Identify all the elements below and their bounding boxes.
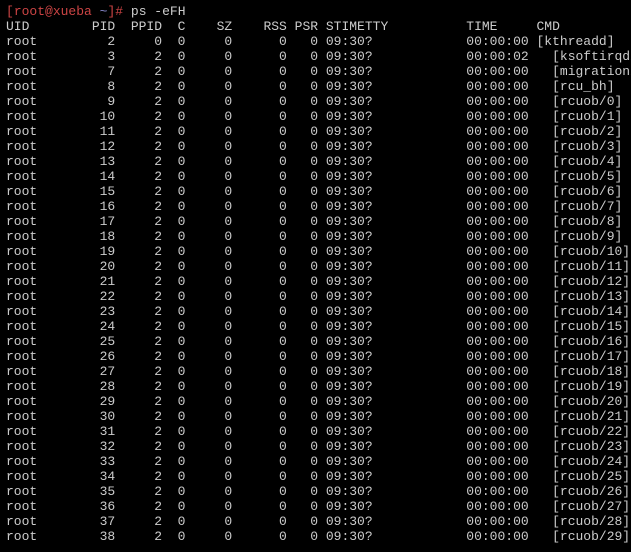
ps-header-row: UID PID PPID C SZ RSS PSR STIMETTY TIME … — [6, 19, 625, 34]
ps-row: root 29 2 0 0 0 0 09:30? 00:00:00 [rcuob… — [6, 394, 625, 409]
ps-row: root 24 2 0 0 0 0 09:30? 00:00:00 [rcuob… — [6, 319, 625, 334]
ps-row: root 3 2 0 0 0 0 09:30? 00:00:02 [ksofti… — [6, 49, 625, 64]
terminal-output[interactable]: [root@xueba ~]# ps -eFHUID PID PPID C SZ… — [6, 4, 625, 544]
prompt-line[interactable]: [root@xueba ~]# ps -eFH — [6, 4, 625, 19]
ps-row: root 7 2 0 0 0 0 09:30? 00:00:00 [migrat… — [6, 64, 625, 79]
prompt-gap — [123, 4, 131, 19]
ps-row: root 36 2 0 0 0 0 09:30? 00:00:00 [rcuob… — [6, 499, 625, 514]
ps-row: root 32 2 0 0 0 0 09:30? 00:00:00 [rcuob… — [6, 439, 625, 454]
ps-row: root 20 2 0 0 0 0 09:30? 00:00:00 [rcuob… — [6, 259, 625, 274]
ps-row: root 15 2 0 0 0 0 09:30? 00:00:00 [rcuob… — [6, 184, 625, 199]
ps-row: root 10 2 0 0 0 0 09:30? 00:00:00 [rcuob… — [6, 109, 625, 124]
ps-row: root 8 2 0 0 0 0 09:30? 00:00:00 [rcu_bh… — [6, 79, 625, 94]
ps-row: root 23 2 0 0 0 0 09:30? 00:00:00 [rcuob… — [6, 304, 625, 319]
ps-row: root 16 2 0 0 0 0 09:30? 00:00:00 [rcuob… — [6, 199, 625, 214]
prompt-userhost: root@xueba — [14, 4, 92, 19]
ps-row: root 12 2 0 0 0 0 09:30? 00:00:00 [rcuob… — [6, 139, 625, 154]
ps-row: root 31 2 0 0 0 0 09:30? 00:00:00 [rcuob… — [6, 424, 625, 439]
ps-row: root 38 2 0 0 0 0 09:30? 00:00:00 [rcuob… — [6, 529, 625, 544]
ps-row: root 25 2 0 0 0 0 09:30? 00:00:00 [rcuob… — [6, 334, 625, 349]
ps-row: root 28 2 0 0 0 0 09:30? 00:00:00 [rcuob… — [6, 379, 625, 394]
command-text: ps -eFH — [131, 4, 186, 19]
ps-row: root 11 2 0 0 0 0 09:30? 00:00:00 [rcuob… — [6, 124, 625, 139]
prompt-open-bracket: [ — [6, 4, 14, 19]
ps-row: root 17 2 0 0 0 0 09:30? 00:00:00 [rcuob… — [6, 214, 625, 229]
ps-row: root 14 2 0 0 0 0 09:30? 00:00:00 [rcuob… — [6, 169, 625, 184]
ps-row: root 21 2 0 0 0 0 09:30? 00:00:00 [rcuob… — [6, 274, 625, 289]
prompt-symbol: # — [115, 4, 123, 19]
ps-row: root 22 2 0 0 0 0 09:30? 00:00:00 [rcuob… — [6, 289, 625, 304]
ps-row: root 33 2 0 0 0 0 09:30? 00:00:00 [rcuob… — [6, 454, 625, 469]
ps-row: root 2 0 0 0 0 0 09:30? 00:00:00 [kthrea… — [6, 34, 625, 49]
ps-row: root 30 2 0 0 0 0 09:30? 00:00:00 [rcuob… — [6, 409, 625, 424]
ps-row: root 18 2 0 0 0 0 09:30? 00:00:00 [rcuob… — [6, 229, 625, 244]
ps-row: root 19 2 0 0 0 0 09:30? 00:00:00 [rcuob… — [6, 244, 625, 259]
prompt-space — [92, 4, 100, 19]
ps-row: root 35 2 0 0 0 0 09:30? 00:00:00 [rcuob… — [6, 484, 625, 499]
ps-row: root 34 2 0 0 0 0 09:30? 00:00:00 [rcuob… — [6, 469, 625, 484]
ps-row: root 9 2 0 0 0 0 09:30? 00:00:00 [rcuob/… — [6, 94, 625, 109]
ps-row: root 37 2 0 0 0 0 09:30? 00:00:00 [rcuob… — [6, 514, 625, 529]
ps-row: root 26 2 0 0 0 0 09:30? 00:00:00 [rcuob… — [6, 349, 625, 364]
ps-row: root 27 2 0 0 0 0 09:30? 00:00:00 [rcuob… — [6, 364, 625, 379]
ps-row: root 13 2 0 0 0 0 09:30? 00:00:00 [rcuob… — [6, 154, 625, 169]
